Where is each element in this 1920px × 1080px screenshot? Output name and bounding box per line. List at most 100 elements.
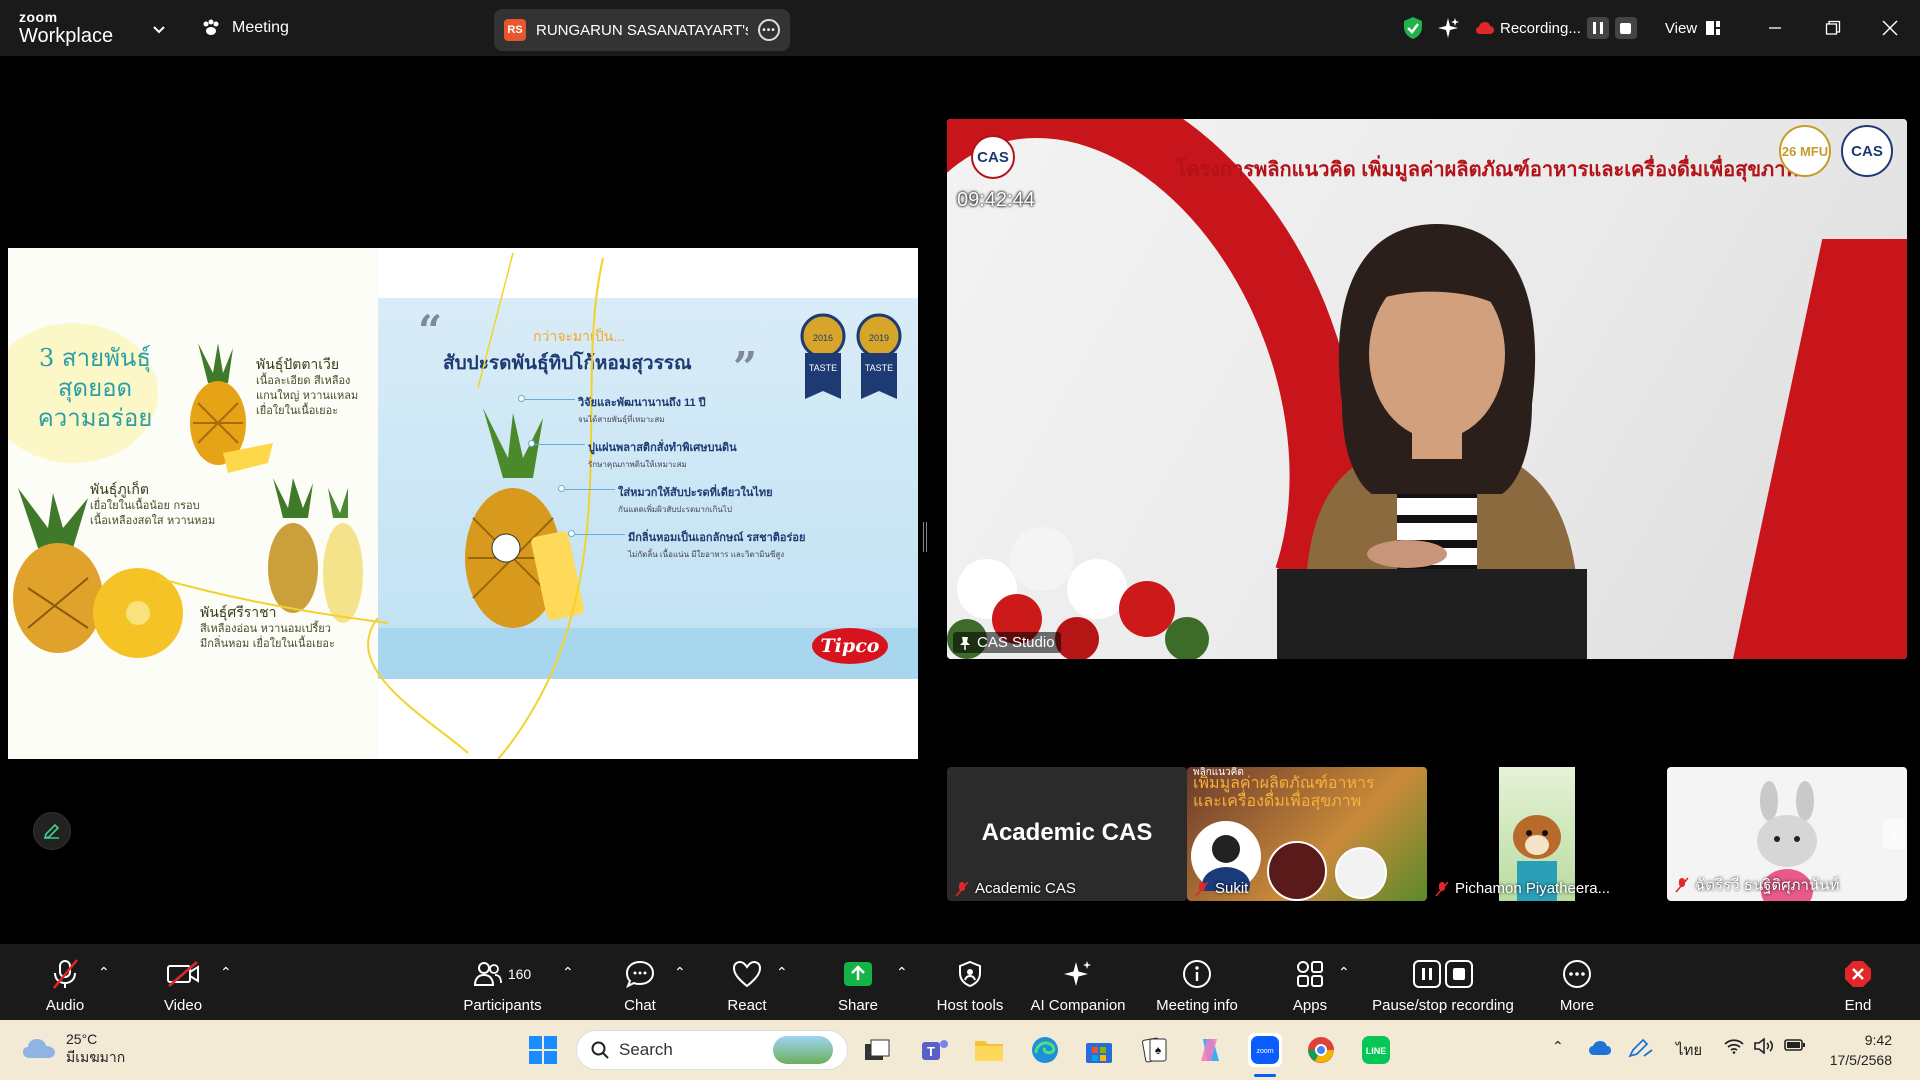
cards-icon: ♠ [1142,1037,1167,1063]
view-grid-icon[interactable] [1705,20,1721,36]
bullet-connector [525,399,575,400]
speaker-name-tag: CAS Studio [953,632,1061,653]
participant-display-name: Academic CAS [981,819,1153,846]
participant-name: Pichamon Piyatheera... [1455,880,1611,897]
chevron-down-icon[interactable] [150,20,168,38]
pause-recording-icon[interactable] [1586,17,1609,39]
more-button[interactable]: More [1555,944,1599,1020]
share-options-caret-icon[interactable]: ⌃ [896,964,908,981]
participants-button[interactable]: 160 Participants [460,944,545,1020]
line-app[interactable]: LINE [1359,1033,1393,1067]
store-icon [1086,1043,1112,1063]
end-label: End [1844,997,1872,1014]
participant-tile[interactable]: ฉัตรีรวี ธนฐิติศุภานันท์ › [1667,767,1907,901]
zoom-app[interactable]: zoom [1248,1033,1282,1067]
apps-grid-icon [1297,961,1323,987]
host-tools-label: Host tools [936,997,1004,1014]
wifi-icon[interactable] [1724,1038,1744,1054]
audio-label: Audio [45,997,85,1014]
stop-recording-icon[interactable] [1614,17,1637,39]
camera-off-icon [167,961,199,987]
bullet-dot [558,485,565,492]
meeting-tab[interactable]: Meeting [200,14,289,42]
edge-app[interactable] [1028,1033,1062,1067]
apps-button[interactable]: Apps [1290,944,1330,1020]
solitaire-app[interactable]: ♠ [1138,1033,1172,1067]
react-button[interactable]: React [726,944,768,1020]
product-image [1267,841,1327,901]
chrome-app[interactable] [1304,1033,1338,1067]
heart-icon [732,960,762,988]
ai-companion-button[interactable]: AI Companion [1028,944,1128,1020]
system-clock[interactable]: 9:42 17/5/2568 [1830,1030,1892,1070]
onedrive-icon[interactable] [1588,1040,1612,1056]
file-explorer-app[interactable] [972,1033,1006,1067]
chat-button[interactable]: Chat [620,944,660,1020]
audio-options-caret-icon[interactable]: ⌃ [98,964,110,981]
minimize-icon[interactable] [1761,14,1789,42]
pen-input-icon[interactable] [1628,1038,1654,1058]
copilot-app[interactable] [1193,1033,1227,1067]
ai-companion-label: AI Companion [1030,997,1126,1014]
volume-icon[interactable] [1754,1038,1774,1054]
pause-stop-label: Pause/stop recording [1372,997,1514,1014]
taskbar-search[interactable]: Search [576,1030,848,1070]
next-page-chevron-icon[interactable]: › [1883,819,1905,849]
clock-date: 17/5/2568 [1829,1052,1892,1068]
more-options-icon[interactable]: ••• [758,19,780,41]
bullet-title: ใส่หมวกให้สับปะรดที่เดียวในไทย [618,487,773,499]
participant-tile[interactable]: พลิกแนวคิด เพิ่มมูลค่าผลิตภัณฑ์อาหาร และ… [1187,767,1427,901]
meeting-label: Meeting [232,19,289,36]
restore-icon[interactable] [1819,14,1847,42]
screen-share-indicator[interactable]: RS RUNGARUN SASANATAYART's sc ••• [494,9,790,51]
input-language[interactable]: ไทย [1676,1038,1702,1062]
active-speaker-video[interactable]: CAS 09:42:44 โครงการพลิกแนวคิด เพิ่มมูลค… [947,119,1907,659]
teams-app[interactable]: T [918,1033,952,1067]
bullet-connector [535,444,585,445]
share-button[interactable]: Share [836,944,880,1020]
video-button[interactable]: Video [158,944,208,1020]
task-view-button[interactable] [860,1033,894,1067]
chrome-icon [1308,1037,1334,1063]
slide-bullet: มีกลิ่นหอมเป็นเอกลักษณ์ รสชาติอร่อย ไม่กั… [628,528,805,561]
meeting-info-button[interactable]: Meeting info [1152,944,1242,1020]
weather-widget[interactable]: 25°C มีเมฆมาก [22,1030,125,1066]
stop-icon [1445,960,1473,988]
meeting-paw-icon [203,19,219,35]
react-options-caret-icon[interactable]: ⌃ [776,964,788,981]
security-shield-icon[interactable] [1402,16,1424,40]
audio-button[interactable]: Audio [40,944,90,1020]
copilot-icon [1201,1039,1219,1061]
chat-label: Chat [624,997,656,1014]
pause-stop-recording-button[interactable]: Pause/stop recording [1368,944,1518,1020]
shield-icon [959,960,981,988]
video-options-caret-icon[interactable]: ⌃ [220,964,232,981]
view-splitter-handle[interactable] [923,522,927,552]
pause-icon [1413,960,1441,988]
end-button[interactable]: End [1838,944,1878,1020]
participant-tile[interactable]: Academic CAS Academic CAS [947,767,1187,901]
apps-options-caret-icon[interactable]: ⌃ [1338,964,1350,981]
share-label: Share [837,997,879,1014]
bullet-dot [518,395,525,402]
search-highlight-image [773,1036,833,1064]
battery-icon[interactable] [1784,1038,1806,1052]
annotation-strokes [157,252,604,759]
participant-tile[interactable]: Pichamon Piyatheera... [1427,767,1667,901]
participants-options-caret-icon[interactable]: ⌃ [562,964,574,981]
host-tools-button[interactable]: Host tools [936,944,1004,1020]
store-app[interactable] [1082,1033,1116,1067]
chat-options-caret-icon[interactable]: ⌃ [674,964,686,981]
tray-overflow-chevron-icon[interactable]: ⌃ [1552,1038,1564,1055]
bullet-subtitle: รักษาคุณภาพดินให้เหมาะสม [588,460,687,469]
participant-label: Academic CAS [955,880,1076,897]
view-label[interactable]: View [1665,20,1697,37]
ai-sparkle-icon[interactable] [1436,16,1460,40]
shared-slide[interactable]: 3 สายพันธุ์ สุดยอด ความอร่อย พันธุ์ปัตตา… [8,248,918,759]
ai-sparkle-icon [1064,961,1091,986]
close-icon[interactable] [1876,14,1904,42]
annotate-pen-button[interactable] [33,812,71,850]
logo-small: zoom [19,9,58,25]
start-button[interactable] [526,1033,560,1067]
share-screen-icon [844,962,872,986]
